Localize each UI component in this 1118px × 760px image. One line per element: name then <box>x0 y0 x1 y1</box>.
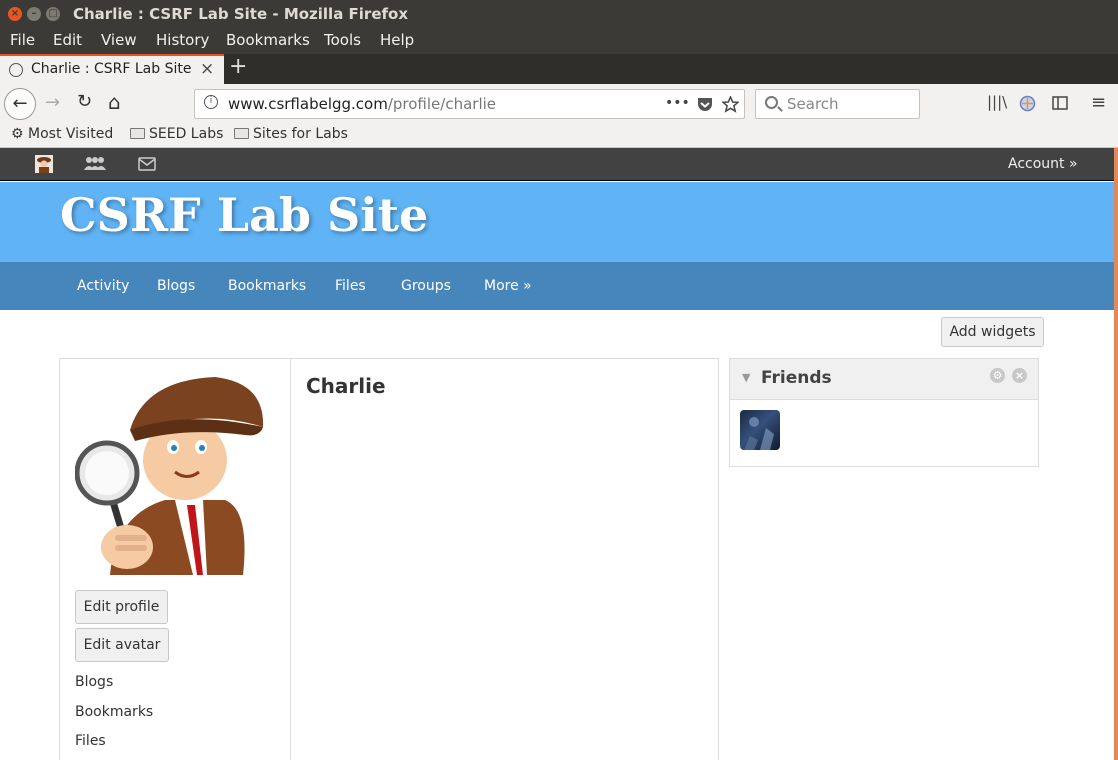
profile-link-files[interactable]: Files <box>75 733 106 749</box>
window-close-button[interactable]: × <box>8 7 22 21</box>
site-title[interactable]: CSRF Lab Site <box>60 188 428 242</box>
tab-close-icon[interactable]: × <box>200 59 214 79</box>
site-nav-menu: Activity Blogs Bookmarks Files Groups Mo… <box>0 262 1118 310</box>
library-icon[interactable]: |||\ <box>987 93 1007 111</box>
menu-file[interactable]: File <box>10 31 35 49</box>
widget-close-icon[interactable]: × <box>1012 368 1027 383</box>
friends-widget-header: ▼ Friends ⚙ × <box>730 359 1038 400</box>
page-actions-icon[interactable]: ••• <box>665 95 690 111</box>
nav-bookmarks[interactable]: Bookmarks <box>228 278 306 294</box>
friends-widget: ▼ Friends ⚙ × <box>729 358 1039 467</box>
reload-button[interactable]: ↻ <box>77 91 92 112</box>
bookmark-star-icon[interactable] <box>722 96 739 113</box>
profile-name: Charlie <box>306 374 386 398</box>
edit-avatar-button[interactable]: Edit avatar <box>75 628 169 662</box>
forward-button[interactable]: → <box>45 92 60 113</box>
nav-blogs[interactable]: Blogs <box>157 278 195 294</box>
web-page: Account » CSRF Lab Site Activity Blogs B… <box>0 148 1118 760</box>
profile-avatar <box>75 375 275 575</box>
widget-settings-icon[interactable]: ⚙ <box>990 368 1005 383</box>
window-titlebar: × – □ Charlie : CSRF Lab Site - Mozilla … <box>0 0 1118 28</box>
bookmark-seed-labs[interactable]: SEED Labs <box>130 126 223 142</box>
site-favicon-icon <box>9 63 23 77</box>
menu-history[interactable]: History <box>156 31 209 49</box>
gear-icon: ⚙ <box>11 126 24 142</box>
profile-box: Edit profile Edit avatar Blogs Bookmarks… <box>59 358 719 760</box>
menu-bar: File Edit View History Bookmarks Tools H… <box>0 28 1118 54</box>
friends-icon[interactable] <box>84 156 106 172</box>
friend-avatar-image-icon <box>744 417 774 450</box>
menu-tools[interactable]: Tools <box>324 31 361 49</box>
folder-icon <box>234 128 249 139</box>
detective-avatar-icon <box>75 375 275 575</box>
bookmark-most-visited[interactable]: ⚙ Most Visited <box>11 126 113 142</box>
add-widgets-button[interactable]: Add widgets <box>941 317 1044 347</box>
messages-mail-icon[interactable] <box>138 157 156 171</box>
url-bar[interactable]: i www.csrflabelgg.com/profile/charlie ••… <box>194 89 745 119</box>
sidebar-icon[interactable] <box>1052 96 1068 110</box>
tab-charlie[interactable]: Charlie : CSRF Lab Site × <box>0 54 224 84</box>
extension-globe-icon[interactable] <box>1019 95 1036 112</box>
search-icon <box>765 96 778 109</box>
friend-avatar[interactable] <box>740 410 780 450</box>
new-tab-button[interactable]: + <box>229 54 247 79</box>
site-topbar: Account » <box>0 148 1118 181</box>
folder-icon <box>130 128 145 139</box>
url-path: /profile/charlie <box>387 95 497 113</box>
search-input[interactable]: Search <box>755 89 920 119</box>
bookmark-most-visited-label: Most Visited <box>28 126 114 142</box>
url-text[interactable]: www.csrflabelgg.com/profile/charlie <box>228 95 496 113</box>
menu-edit[interactable]: Edit <box>53 31 82 49</box>
profile-link-blogs[interactable]: Blogs <box>75 674 113 690</box>
tab-title: Charlie : CSRF Lab Site <box>31 61 192 77</box>
bookmarks-toolbar: ⚙ Most Visited SEED Labs Sites for Labs <box>0 124 1118 148</box>
home-button[interactable]: ⌂ <box>108 90 121 114</box>
user-avatar-icon[interactable] <box>35 155 53 173</box>
nav-activity[interactable]: Activity <box>77 278 129 294</box>
bookmark-sites-for-labs[interactable]: Sites for Labs <box>234 126 348 142</box>
nav-more[interactable]: More » <box>484 278 532 294</box>
window-maximize-button[interactable]: □ <box>46 7 60 21</box>
bookmark-sites-for-labs-label: Sites for Labs <box>253 126 348 142</box>
menu-view[interactable]: View <box>101 31 137 49</box>
menu-bookmarks[interactable]: Bookmarks <box>226 31 310 49</box>
window-minimize-button[interactable]: – <box>27 7 41 21</box>
pocket-icon[interactable] <box>697 97 713 112</box>
collapse-toggle-icon[interactable]: ▼ <box>742 371 750 384</box>
scrollbar-edge[interactable] <box>1114 148 1118 760</box>
window-title: Charlie : CSRF Lab Site - Mozilla Firefo… <box>73 5 409 23</box>
nav-files[interactable]: Files <box>335 278 366 294</box>
back-button[interactable]: ← <box>4 88 36 120</box>
menu-help[interactable]: Help <box>380 31 414 49</box>
url-domain: www.csrflabelgg.com <box>228 95 388 113</box>
profile-sidebar: Edit profile Edit avatar Blogs Bookmarks… <box>60 359 291 760</box>
nav-groups[interactable]: Groups <box>401 278 451 294</box>
edit-profile-button[interactable]: Edit profile <box>75 590 168 624</box>
account-menu[interactable]: Account » <box>1008 156 1078 172</box>
site-header: CSRF Lab Site <box>0 182 1118 262</box>
site-info-icon[interactable]: i <box>204 95 218 109</box>
hamburger-menu-icon[interactable]: ≡ <box>1091 92 1106 113</box>
tab-strip: Charlie : CSRF Lab Site × + <box>0 54 1118 84</box>
profile-link-bookmarks[interactable]: Bookmarks <box>75 704 153 720</box>
search-placeholder: Search <box>787 95 839 113</box>
friends-widget-title: Friends <box>761 368 832 388</box>
bookmark-seed-labs-label: SEED Labs <box>149 126 224 142</box>
navigation-toolbar: ← → ↻ ⌂ i www.csrflabelgg.com/profile/ch… <box>0 84 1118 124</box>
